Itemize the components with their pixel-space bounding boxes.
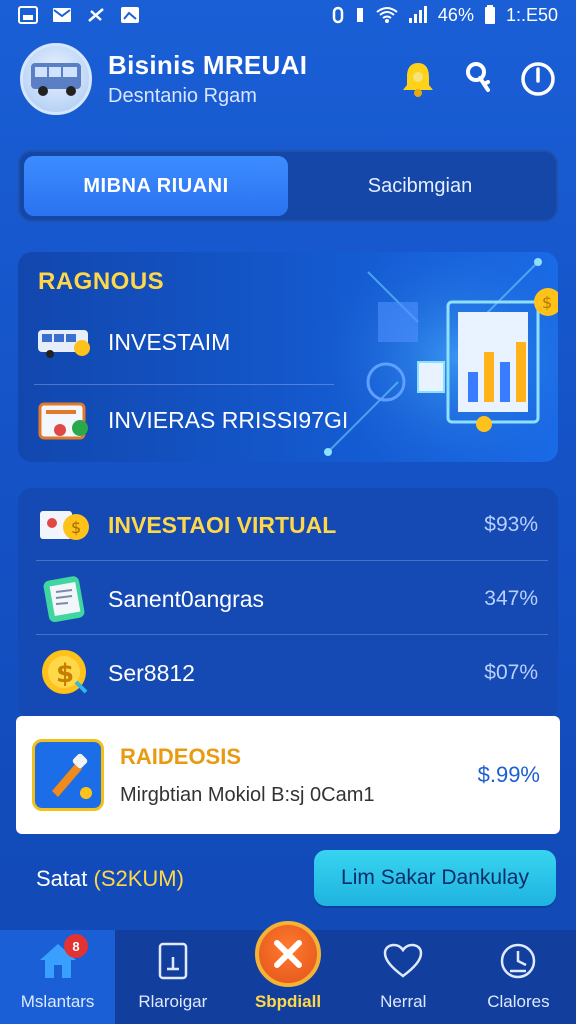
bus-icon — [31, 63, 81, 96]
app-subtitle: Desntanio Rgam — [108, 85, 257, 107]
clock-time: 1:.E50 — [505, 4, 558, 25]
document-icon — [158, 942, 188, 980]
tab-secondary[interactable]: Sacibmgian — [288, 156, 552, 216]
feature-title: RAGNOUS — [38, 268, 165, 295]
feature-item[interactable]: INVESTAIM — [36, 324, 230, 360]
list-item-label: Ser8812 — [108, 659, 195, 686]
nav-item-documents[interactable]: Rlaroigar — [115, 930, 230, 1024]
photo-icon — [121, 7, 139, 23]
total-value: (S2KUM) — [93, 866, 184, 891]
alarm-icon — [332, 6, 344, 24]
key-icon[interactable] — [464, 62, 492, 96]
feature-item[interactable]: INVIERAS RRISSI97GI — [36, 398, 348, 442]
nav-label: Rlaroigar — [138, 992, 208, 1011]
featured-card-value: $.99% — [477, 762, 540, 787]
document-icon — [43, 576, 85, 623]
featured-card-subtitle: Mirgbtian Mokiol B:sj 0Cam1 — [120, 783, 375, 806]
list-item[interactable]: Sanent0angras 347% — [18, 562, 558, 636]
nav-item-home[interactable]: 8 Mslantars — [0, 930, 116, 1024]
power-icon[interactable] — [520, 61, 556, 97]
total-summary: Satat (S2KUM) — [36, 866, 184, 892]
feature-card: RAGNOUS INVESTAIM INVIERAS RRISSI97GI $ — [18, 252, 558, 462]
app-header: Bisinis MREUAI Desntanio Rgam — [20, 42, 556, 116]
bus-icon — [38, 330, 90, 358]
svg-text:$: $ — [542, 293, 552, 312]
total-label: Satat — [36, 866, 88, 891]
wifi-icon — [376, 7, 398, 23]
coin-icon: $ — [40, 511, 89, 540]
status-bar: 46% 1:.E50 — [0, 0, 576, 30]
list-item-label: INVESTAOI VIRTUAL — [108, 511, 337, 538]
tool-icon — [52, 753, 92, 799]
featured-card[interactable]: RAIDEOSIS Mirgbtian Mokiol B:sj 0Cam1 $.… — [16, 716, 560, 834]
divider — [34, 384, 334, 385]
bell-icon[interactable] — [400, 59, 436, 99]
dollar-coin-icon: $ — [42, 650, 88, 694]
nav-label: Mslantars — [20, 992, 95, 1011]
battery-percent: 46% — [437, 4, 474, 25]
briefcase-icon — [38, 402, 88, 440]
nav-item-favorites[interactable]: Nerral — [346, 930, 461, 1024]
list-item-value: $93% — [484, 513, 538, 536]
list-item-value: 347% — [484, 587, 538, 610]
svg-text:$: $ — [56, 659, 74, 689]
list-item[interactable]: $ Ser8812 $07% — [18, 636, 558, 710]
mail-icon — [53, 8, 71, 22]
featured-card-title: RAIDEOSIS — [120, 743, 242, 769]
clock-icon — [501, 943, 536, 979]
heart-icon — [383, 943, 423, 978]
analytics-illustration-icon: $ — [308, 252, 558, 462]
battery-icon — [484, 5, 495, 24]
gallery-icon — [18, 6, 38, 24]
nav-label: Nerral — [380, 992, 427, 1011]
avatar[interactable] — [20, 43, 92, 115]
nav-label: Sbpdiall — [254, 992, 322, 1011]
bottom-nav: 8 Mslantars Rlaroigar Sbpdiall Nerral Cl… — [0, 921, 576, 1024]
svg-text:$: $ — [71, 518, 81, 537]
list-item[interactable]: $ INVESTAOI VIRTUAL $93% — [18, 488, 558, 562]
nav-item-special[interactable]: Sbpdiall — [230, 921, 345, 1024]
signal-icon — [408, 6, 427, 23]
close-icon — [274, 940, 302, 968]
notification-badge: 8 — [64, 934, 88, 958]
nav-item-history[interactable]: Clalores — [461, 930, 576, 1024]
vibrate-icon — [356, 8, 363, 22]
feature-item-label: INVESTAIM — [108, 328, 231, 355]
nav-label: Clalores — [487, 992, 550, 1011]
investment-list: $ INVESTAOI VIRTUAL $93% Sanent0angras 3… — [18, 488, 558, 718]
cta-button[interactable]: Lim Sakar Dankulay — [314, 850, 556, 906]
divider — [36, 560, 548, 561]
list-item-label: Sanent0angras — [108, 585, 265, 612]
special-action-button[interactable] — [255, 921, 321, 987]
tab-primary[interactable]: MIBNA RIUANI — [24, 156, 288, 216]
app-title: Bisinis MREUAI — [108, 50, 308, 80]
list-item-value: $07% — [484, 661, 538, 684]
featured-card-image — [32, 739, 104, 811]
mute-icon — [88, 8, 104, 22]
segmented-tabs: MIBNA RIUANI Sacibmgian — [18, 150, 558, 222]
divider — [36, 634, 548, 635]
